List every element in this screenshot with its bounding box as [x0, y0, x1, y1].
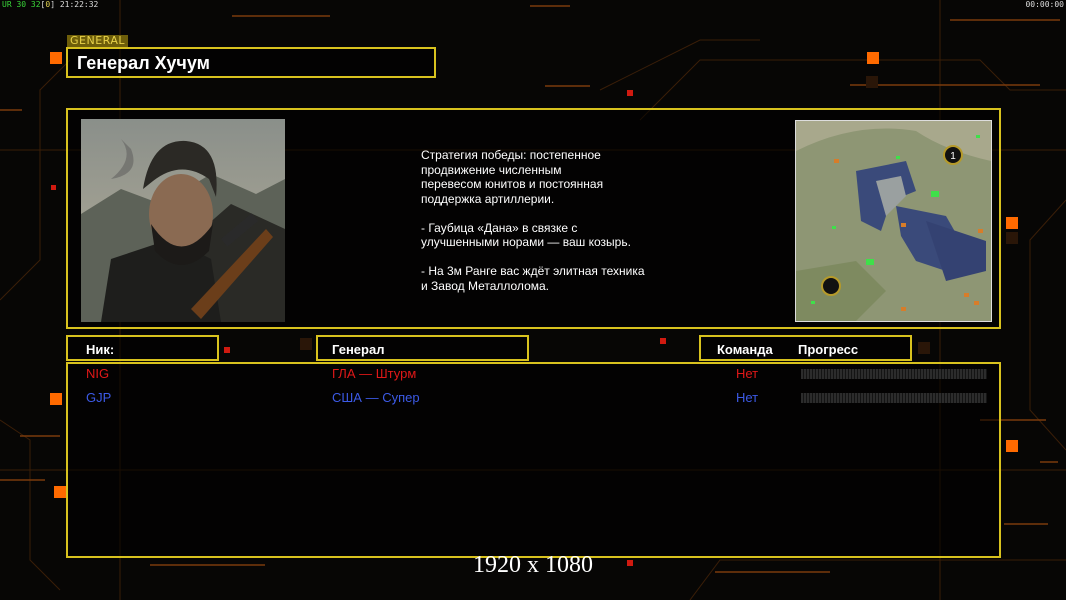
- general-title-bar: Генерал Хучум: [66, 47, 436, 78]
- map-preview[interactable]: 1: [795, 120, 992, 322]
- general-portrait: [81, 119, 285, 322]
- player-row[interactable]: GJP США — Супер Нет: [68, 390, 999, 408]
- general-tag: GENERAL: [67, 35, 129, 47]
- column-header-general: Генерал: [316, 335, 529, 361]
- player-list: NIG ГЛА — Штурм Нет GJP США — Супер Нет: [66, 362, 1001, 558]
- start-position-label: 1: [950, 151, 956, 162]
- column-header-team-progress: Команда Прогресс: [699, 335, 912, 361]
- player-general: ГЛА — Штурм: [332, 366, 417, 381]
- hud-fps-counter: UR 30 32[0] 21:22:32: [2, 0, 99, 9]
- column-header-nick: Ник:: [66, 335, 219, 361]
- general-name: Генерал Хучум: [77, 53, 210, 73]
- player-team: Нет: [736, 366, 759, 381]
- player-row[interactable]: NIG ГЛА — Штурм Нет: [68, 366, 999, 384]
- player-general: США — Супер: [332, 390, 420, 405]
- general-info-panel: Стратегия победы: постепенное продвижени…: [66, 108, 1001, 329]
- player-team: Нет: [736, 390, 759, 405]
- resolution-watermark: 1920 x 1080: [473, 552, 593, 578]
- player-progress-bar: [801, 369, 987, 379]
- hud-clock: 00:00:00: [1025, 0, 1064, 9]
- player-progress-bar: [801, 393, 987, 403]
- player-nick: GJP: [86, 390, 112, 405]
- general-strategy-text: Стратегия победы: постепенное продвижени…: [421, 148, 645, 293]
- player-nick: NIG: [86, 366, 110, 381]
